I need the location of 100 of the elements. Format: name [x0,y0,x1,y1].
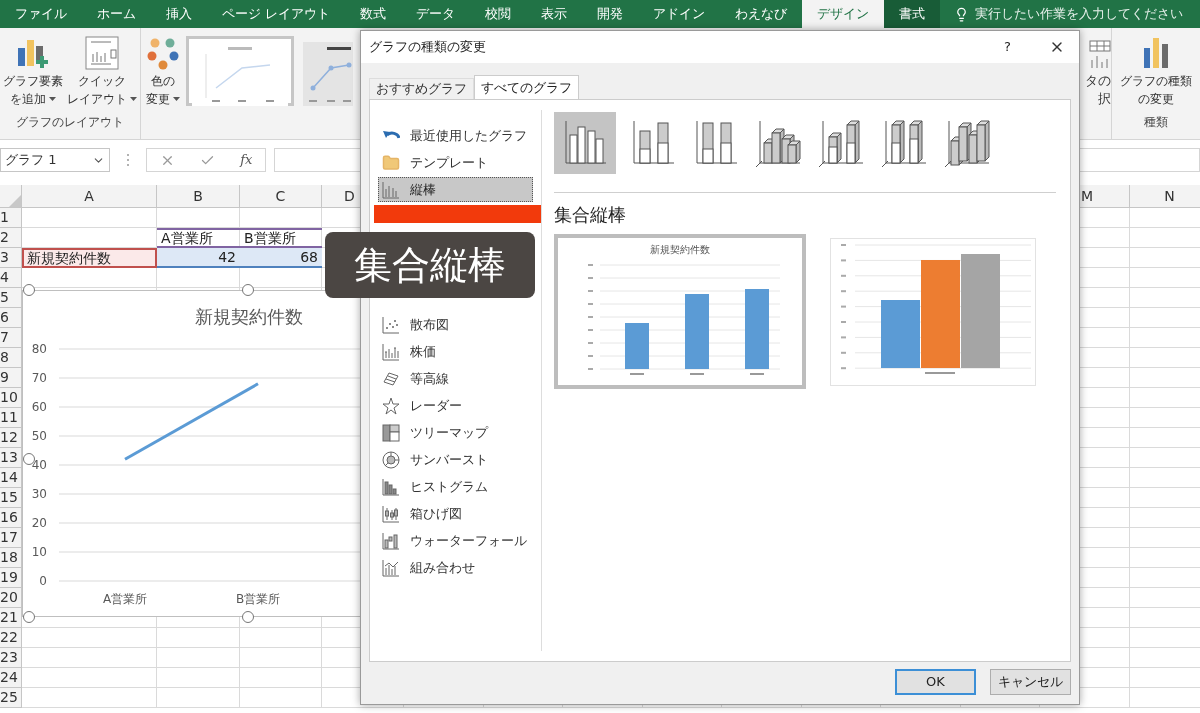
row-header[interactable]: 21 [0,608,22,628]
row-header[interactable]: 23 [0,648,22,668]
ribbon-tab[interactable]: 挿入 [151,0,207,28]
ribbon-tab[interactable]: ファイル [0,0,82,28]
stock-chart-icon [382,342,400,361]
row-header[interactable]: 13 [0,448,22,468]
ribbon-tab[interactable]: 数式 [345,0,402,28]
row-header[interactable]: 17 [0,528,22,548]
sunburst-icon [382,450,400,469]
scatter-chart-icon [382,315,400,334]
row-header[interactable]: 16 [0,508,22,528]
row-header[interactable]: 8 [0,348,22,368]
chart-type-item[interactable]: 最近使用したグラフ [378,123,533,148]
ribbon-tab[interactable]: データ [401,0,471,28]
star-icon [382,396,400,415]
chart-type-item[interactable]: 縦棒 [378,177,533,202]
dialog-tab[interactable]: すべてのグラフ [474,75,579,99]
folder-icon [382,153,400,172]
chart-subtype-button[interactable] [554,112,616,174]
color-palette-icon [146,36,180,70]
row-header[interactable]: 9 [0,368,22,388]
chart-style-thumbnail-drawing [303,42,353,106]
ribbon-tab[interactable]: 開発 [582,0,639,28]
combo-chart-icon [382,558,400,577]
ribbon-tab[interactable]: デザイン [802,0,885,28]
box-plot-icon [382,504,400,523]
axis-tick-label: 50 [31,429,47,443]
row-header[interactable]: 19 [0,568,22,588]
ribbon-tab[interactable]: 書式 [884,0,941,28]
dialog-button[interactable]: キャンセル [990,669,1071,695]
change-colors-button[interactable]: 色の 変更 [143,36,183,139]
ribbon-tab[interactable]: わえなび [720,0,803,28]
table-cell[interactable]: 68 [240,248,322,268]
surface-chart-icon [382,369,400,388]
row-header[interactable]: 14 [0,468,22,488]
caret-icon [173,96,180,102]
row-header[interactable]: 22 [0,628,22,648]
chart-layout-icon [85,36,119,70]
row-header[interactable]: 10 [0,388,22,408]
row-header[interactable]: 11 [0,408,22,428]
quick-layout-button[interactable]: クイック レイアウト [66,36,138,112]
column-header[interactable]: A [22,185,157,207]
chart-type-item[interactable]: テンプレート [378,150,533,175]
axis-tick-label: 40 [31,458,47,472]
insert-function-button[interactable]: fx [240,150,253,170]
help-button[interactable]: ? [1004,37,1011,57]
axis-tick-label: 0 [39,574,47,588]
row-header[interactable]: 25 [0,688,22,708]
axis-tick-label: 60 [31,400,47,414]
group-label: 種類 [1144,114,1168,131]
row-header[interactable]: 1 [0,208,22,228]
change-chart-type-button[interactable]: グラフの種類 の変更 [1120,36,1192,112]
row-header[interactable]: 4 [0,268,22,288]
chart-preview[interactable] [830,238,1036,386]
table-cell[interactable]: 新規契約件数 [22,248,157,268]
table-icon [1089,40,1111,70]
dialog-title: グラフの種類の変更 [369,38,486,57]
ribbon-tab[interactable]: 校閲 [470,0,527,28]
ribbon-tab[interactable]: ページ レイアウト [207,0,346,28]
histogram-icon [382,477,400,496]
row-header[interactable]: 20 [0,588,22,608]
row-header[interactable]: 24 [0,668,22,688]
caption-text: 集合縦棒 [354,241,506,289]
row-header[interactable]: 7 [0,328,22,348]
tell-me-field[interactable]: 実行したい作業を入力してください [940,0,1200,28]
treemap-icon [382,423,400,442]
select-data-button[interactable]: タの 択 [1085,40,1111,108]
row-header[interactable]: 18 [0,548,22,568]
axis-tick-label: 30 [31,487,47,501]
table-cell[interactable]: 42 [157,248,240,268]
caret-icon [49,96,56,102]
row-header[interactable]: 15 [0,488,22,508]
chart-preview[interactable]: 新規契約件数 [554,234,806,389]
row-header[interactable]: 6 [0,308,22,328]
grip-icon [126,153,130,167]
axis-category-label: B営業所 [235,592,281,606]
column-header[interactable]: B [157,185,240,207]
subtype-heading: 集合縦棒 [554,203,627,227]
add-chart-element-button[interactable]: グラフ要素 を追加 [2,36,64,112]
column-3d-icon [943,117,993,169]
row-header[interactable]: 5 [0,288,22,308]
column-header[interactable]: N [1130,185,1200,207]
preview-title: 新規契約件数 [650,243,710,257]
axis-category-label: A営業所 [102,592,148,606]
column-header[interactable]: C [240,185,322,207]
axis-tick-label: 20 [31,516,47,530]
group-label: グラフのレイアウト [15,114,125,131]
column-chart-icon [1141,36,1171,70]
name-box[interactable]: グラフ 1 [0,148,110,172]
caret-icon [130,96,137,102]
row-header[interactable]: 12 [0,428,22,448]
row-header[interactable]: 3 [0,248,22,268]
axis-tick-label: 70 [31,371,47,385]
bar [625,323,649,369]
row-header[interactable]: 2 [0,228,22,248]
ribbon-tab[interactable]: アドイン [638,0,721,28]
dialog-button[interactable]: OK [895,669,976,695]
ribbon-tab[interactable]: 表示 [526,0,583,28]
ribbon-tab[interactable]: ホーム [82,0,151,28]
axis-label-mark [925,372,955,374]
